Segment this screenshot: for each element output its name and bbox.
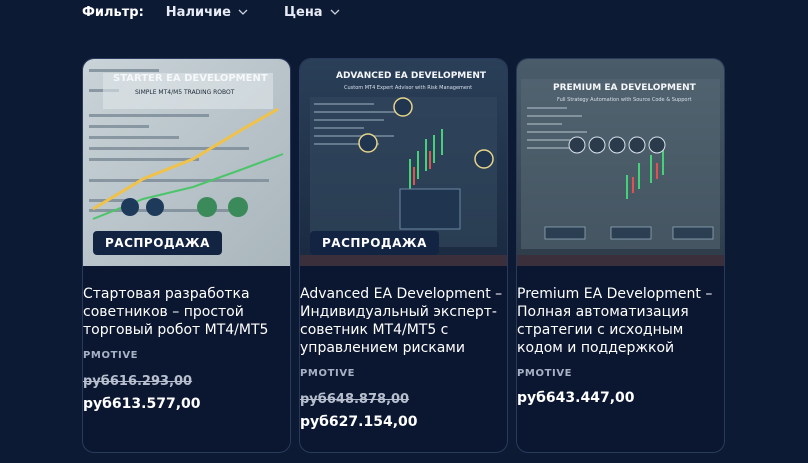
price-regular: руб616.293,00 xyxy=(83,374,193,389)
sale-badge: РАСПРОДАЖА xyxy=(93,231,222,255)
product-title[interactable]: Premium EA Development – Полная автомати… xyxy=(517,285,724,357)
sale-badge: РАСПРОДАЖА xyxy=(310,231,439,255)
product-image[interactable]: ADVANCED EA DEVELOPMENT Custom MT4 Exper… xyxy=(300,59,507,266)
product-card[interactable]: ADVANCED EA DEVELOPMENT Custom MT4 Exper… xyxy=(299,58,508,453)
filter-bar: Фильтр: Наличие Цена xyxy=(82,4,376,20)
price-filter-label: Цена xyxy=(283,4,323,20)
image-subheading: Custom MT4 Expert Advisor with Risk Mana… xyxy=(344,85,473,91)
image-heading: STARTER EA DEVELOPMENT xyxy=(113,73,268,84)
image-subheading: Full Strategy Automation with Source Cod… xyxy=(557,97,692,103)
availability-filter-button[interactable]: Наличие xyxy=(166,5,248,20)
chevron-down-icon xyxy=(330,9,340,15)
price-regular: руб648.878,00 xyxy=(300,392,410,407)
product-title[interactable]: Стартовая разработка советников – просто… xyxy=(83,285,290,339)
filter-label: Фильтр: xyxy=(82,4,144,20)
image-heading: ADVANCED EA DEVELOPMENT xyxy=(336,71,487,81)
product-title[interactable]: Advanced EA Development – Индивидуальный… xyxy=(300,285,507,357)
price-sale: руб643.447,00 xyxy=(517,390,635,406)
price-sale: руб613.577,00 xyxy=(83,396,201,412)
price-filter-button[interactable]: Цена xyxy=(284,5,340,20)
availability-filter-label: Наличие xyxy=(165,4,231,20)
product-card[interactable]: STARTER EA DEVELOPMENT SIMPLE MT4/M5 TRA… xyxy=(82,58,291,453)
image-heading: PREMIUM EA DEVELOPMENT xyxy=(553,83,696,93)
chevron-down-icon xyxy=(238,9,248,15)
product-image[interactable]: STARTER EA DEVELOPMENT SIMPLE MT4/M5 TRA… xyxy=(83,59,290,266)
price-sale: руб627.154,00 xyxy=(300,414,418,430)
product-card[interactable]: PREMIUM EA DEVELOPMENT Full Strategy Aut… xyxy=(516,58,725,453)
image-subheading: SIMPLE MT4/M5 TRADING ROBOT xyxy=(135,89,235,96)
product-vendor: PMOTIVE xyxy=(517,368,573,379)
product-vendor: PMOTIVE xyxy=(300,368,356,379)
product-vendor: PMOTIVE xyxy=(83,350,139,361)
product-image[interactable]: PREMIUM EA DEVELOPMENT Full Strategy Aut… xyxy=(517,59,724,266)
